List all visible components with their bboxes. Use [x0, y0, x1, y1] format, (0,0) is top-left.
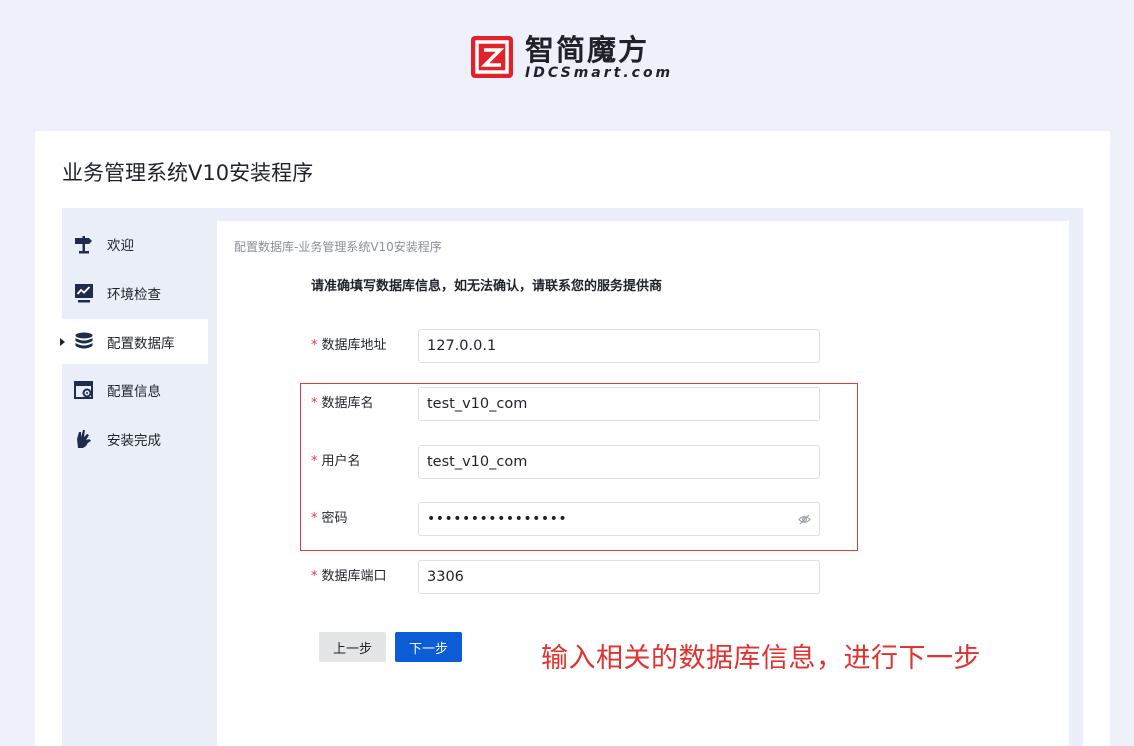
- required-mark: *: [311, 569, 318, 584]
- sidebar-item-label: 环境检查: [107, 286, 161, 303]
- signpost-icon: [73, 233, 95, 255]
- db-host-label-text: 数据库地址: [321, 338, 387, 353]
- brand-name-en: IDCSmart.com: [525, 65, 674, 81]
- sidebar-item-label: 配置信息: [107, 383, 161, 400]
- form-notice: 请准确填写数据库信息，如无法确认，请联系您的服务提供商: [311, 279, 663, 294]
- chart-monitor-icon: [73, 282, 95, 304]
- settings-window-icon: [73, 379, 95, 401]
- sidebar-item-label: 配置数据库: [107, 335, 175, 352]
- db-host-input[interactable]: 127.0.0.1: [418, 329, 820, 363]
- next-step-button[interactable]: 下一步: [395, 632, 462, 662]
- sidebar-item-env-check[interactable]: 环境检查: [62, 270, 208, 315]
- db-host-value: 127.0.0.1: [427, 338, 497, 354]
- active-step-indicator: [60, 338, 65, 346]
- db-host-label: * 数据库地址: [311, 334, 387, 353]
- sidebar-item-db-config[interactable]: 配置数据库: [60, 319, 208, 364]
- sidebar-item-config-info[interactable]: 配置信息: [62, 367, 208, 412]
- sidebar-item-welcome[interactable]: 欢迎: [62, 221, 208, 266]
- breadcrumb: 配置数据库-业务管理系统V10安装程序: [234, 240, 442, 254]
- brand-logo: 智简魔方 IDCSmart.com: [471, 34, 673, 80]
- instruction-annotation: 输入相关的数据库信息，进行下一步: [541, 643, 981, 674]
- required-mark: *: [311, 338, 318, 353]
- page-title: 业务管理系统V10安装程序: [62, 161, 314, 185]
- logo-text: 智简魔方 IDCSmart.com: [525, 34, 673, 80]
- db-port-label: * 数据库端口: [311, 565, 387, 584]
- db-port-value: 3306: [427, 569, 464, 585]
- logo-mark-icon: [471, 36, 513, 78]
- db-port-label-text: 数据库端口: [321, 569, 387, 584]
- ok-hand-icon: [73, 428, 95, 450]
- sidebar-item-label: 安装完成: [107, 432, 161, 449]
- db-port-input[interactable]: 3306: [418, 560, 820, 594]
- prev-step-button[interactable]: 上一步: [319, 632, 386, 662]
- database-icon: [73, 331, 95, 353]
- brand-name-cn: 智简魔方: [525, 33, 650, 67]
- credentials-highlight-box: [300, 383, 858, 551]
- sidebar-item-complete[interactable]: 安装完成: [62, 416, 208, 461]
- sidebar-item-label: 欢迎: [107, 237, 134, 254]
